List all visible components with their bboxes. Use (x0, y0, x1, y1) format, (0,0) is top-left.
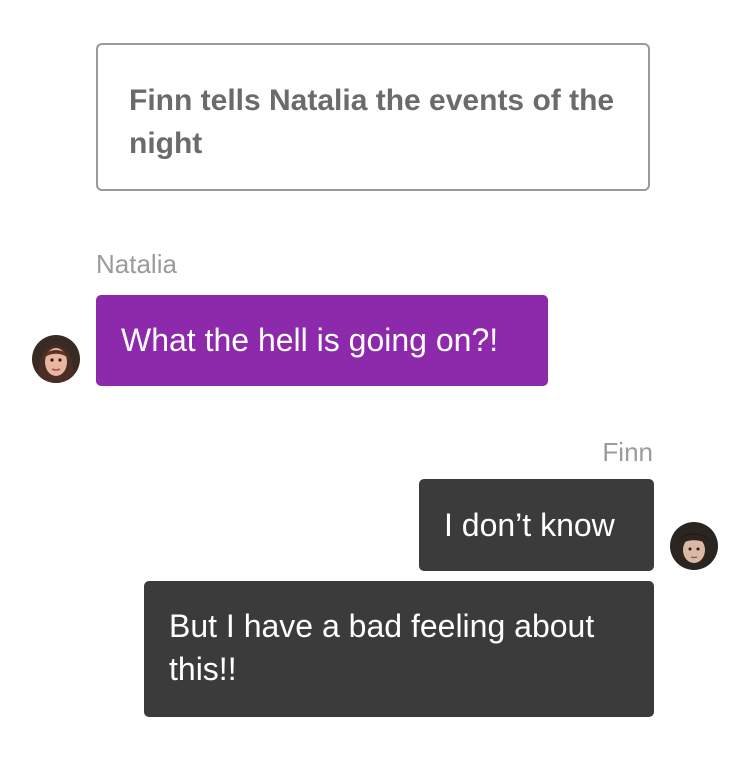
message-bubble-finn: But I have a bad feeling about this!! (144, 581, 654, 717)
message-bubble-finn: I don’t know (419, 479, 654, 571)
message-bubble-natalia: What the hell is going on?! (96, 295, 548, 386)
narration-text: Finn tells Natalia the events of the nig… (129, 84, 615, 160)
sender-label-finn: Finn (602, 437, 653, 467)
message-text: What the hell is going on?! (121, 322, 499, 358)
message-text: But I have a bad feeling about this!! (169, 608, 595, 687)
narration-box: Finn tells Natalia the events of the nig… (96, 43, 650, 191)
finn-avatar (670, 522, 718, 570)
message-text: I don’t know (444, 507, 615, 543)
natalia-avatar (32, 335, 80, 383)
sender-label-natalia: Natalia (96, 249, 177, 279)
